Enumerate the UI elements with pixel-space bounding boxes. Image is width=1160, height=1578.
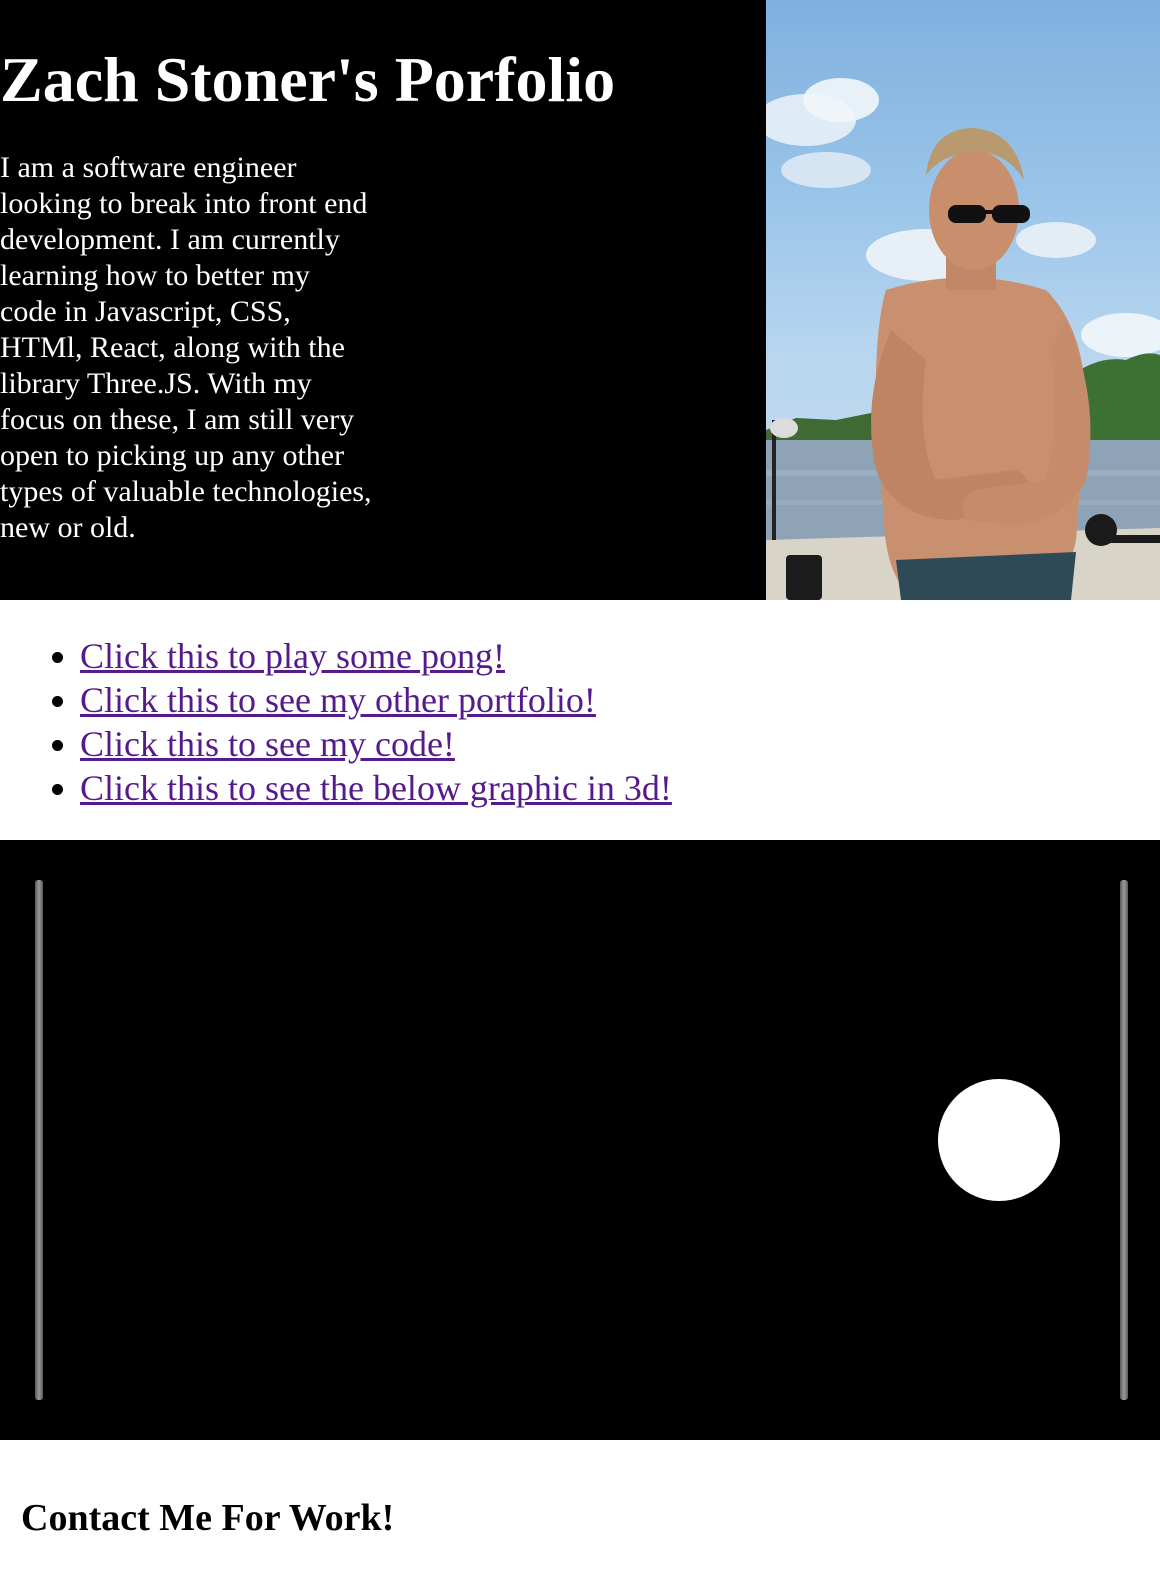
pong-ball bbox=[938, 1079, 1060, 1201]
right-paddle bbox=[1120, 880, 1128, 1400]
bio-paragraph: I am a software engineer looking to brea… bbox=[0, 151, 372, 544]
link-list: Click this to play some pong! Click this… bbox=[0, 634, 672, 810]
pong-canvas[interactable] bbox=[0, 840, 1160, 1440]
contact-heading: Contact Me For Work! bbox=[21, 1497, 395, 1539]
link-graphic-3d[interactable]: Click this to see the below graphic in 3… bbox=[80, 768, 672, 808]
hero-section: Zach Stoner's Porfolio I am a software e… bbox=[0, 0, 1160, 600]
list-item: Click this to see my other portfolio! bbox=[80, 678, 672, 722]
list-item: Click this to see the below graphic in 3… bbox=[80, 766, 672, 810]
link-other-portfolio[interactable]: Click this to see my other portfolio! bbox=[80, 680, 596, 720]
link-see-code[interactable]: Click this to see my code! bbox=[80, 724, 455, 764]
list-item: Click this to play some pong! bbox=[80, 634, 672, 678]
page-title: Zach Stoner's Porfolio bbox=[0, 44, 616, 115]
left-paddle bbox=[35, 880, 43, 1400]
link-play-pong[interactable]: Click this to play some pong! bbox=[80, 636, 505, 676]
pong-graphic bbox=[35, 880, 1128, 1400]
profile-photo bbox=[766, 0, 1160, 600]
list-item: Click this to see my code! bbox=[80, 722, 672, 766]
profile-photo-illustration bbox=[766, 78, 1160, 600]
